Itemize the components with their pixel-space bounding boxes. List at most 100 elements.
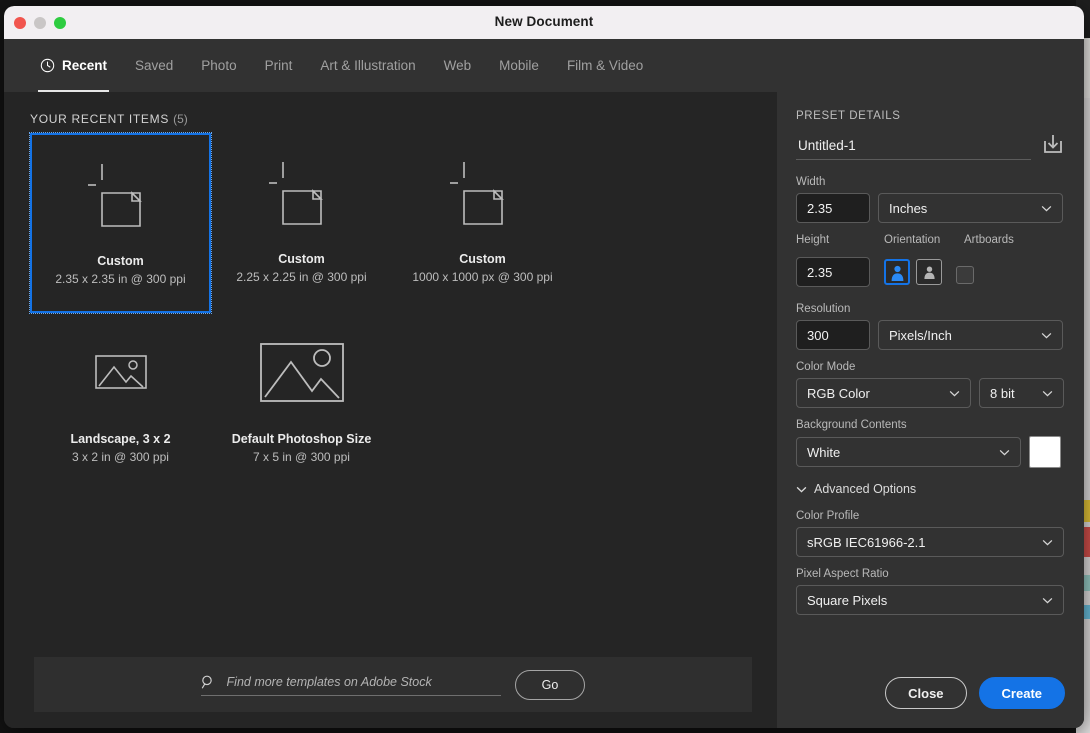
category-tab-bar: Recent Saved Photo Print Art & Illustrat… <box>4 39 1084 92</box>
chevron-down-icon <box>1042 597 1053 603</box>
photo-icon <box>94 355 147 389</box>
background-contents-label: Background Contents <box>796 419 907 431</box>
close-button[interactable]: Close <box>885 677 967 709</box>
color-profile-select[interactable]: sRGB IEC61966-2.1 <box>796 527 1064 557</box>
window-title: New Document <box>494 14 594 29</box>
tab-recent[interactable]: Recent <box>26 39 121 92</box>
artboards-checkbox[interactable] <box>956 265 974 284</box>
recent-item-name: Custom <box>97 254 144 268</box>
preset-details-pane: PRESET DETAILS Width Inches <box>777 92 1084 728</box>
advanced-options-toggle[interactable]: Advanced Options <box>796 482 1065 496</box>
chevron-down-icon <box>999 449 1010 455</box>
recent-item-name: Landscape, 3 x 2 <box>70 432 171 446</box>
chevron-down-icon <box>1041 332 1052 338</box>
document-name-row <box>796 132 1065 160</box>
recent-item-meta: 3 x 2 in @ 300 ppi <box>72 450 169 464</box>
resolution-label: Resolution <box>796 303 851 315</box>
width-input[interactable] <box>796 193 870 223</box>
recent-item-thumbnail <box>392 133 573 251</box>
tab-print-label: Print <box>264 58 293 73</box>
orientation-portrait-button[interactable] <box>884 259 910 285</box>
width-unit-select[interactable]: Inches <box>878 193 1063 223</box>
orientation-landscape-button[interactable] <box>916 259 942 285</box>
recent-item-card[interactable]: Custom 1000 x 1000 px @ 300 ppi <box>392 133 573 313</box>
color-mode-select[interactable]: RGB Color <box>796 378 971 408</box>
tab-art-illustration[interactable]: Art & Illustration <box>306 39 429 92</box>
color-profile-value: sRGB IEC61966-2.1 <box>807 534 926 550</box>
recent-item-thumbnail <box>32 135 209 253</box>
recent-item-card[interactable]: Default Photoshop Size 7 x 5 in @ 300 pp… <box>211 313 392 493</box>
pixel-aspect-ratio-label: Pixel Aspect Ratio <box>796 568 889 580</box>
preset-details-heading: PRESET DETAILS <box>796 110 901 122</box>
stock-go-button[interactable]: Go <box>515 669 585 700</box>
new-document-dialog: New Document Recent Saved Photo Print Ar… <box>4 6 1084 728</box>
document-icon <box>268 162 323 225</box>
pixel-aspect-ratio-select[interactable]: Square Pixels <box>796 585 1064 615</box>
tab-photo-label: Photo <box>201 58 237 73</box>
recent-item-meta: 2.35 x 2.35 in @ 300 ppi <box>55 272 186 286</box>
recent-item-thumbnail <box>30 313 211 431</box>
dialog-body: YOUR RECENT ITEMS (5) Custom 2.35 x 2.35… <box>4 92 1084 728</box>
tab-saved[interactable]: Saved <box>121 39 187 92</box>
tab-mobile[interactable]: Mobile <box>485 39 553 92</box>
resolution-unit-select[interactable]: Pixels/Inch <box>878 320 1063 350</box>
color-mode-value: RGB Color <box>807 385 870 401</box>
recent-item-name: Custom <box>459 252 506 266</box>
recent-items-heading: YOUR RECENT ITEMS (5) <box>30 112 188 126</box>
desktop-background: New Document Recent Saved Photo Print Ar… <box>0 0 1090 733</box>
recent-items-grid: Custom 2.35 x 2.35 in @ 300 ppi Custom 2… <box>29 132 750 493</box>
recent-items-heading-label: YOUR RECENT ITEMS <box>30 112 170 126</box>
document-name-input[interactable] <box>796 136 1031 160</box>
document-icon <box>449 162 504 225</box>
recent-item-meta: 1000 x 1000 px @ 300 ppi <box>412 270 553 284</box>
height-label: Height <box>796 234 830 246</box>
color-profile-label: Color Profile <box>796 510 860 522</box>
tab-art-illustration-label: Art & Illustration <box>320 58 416 73</box>
save-preset-icon[interactable] <box>1041 132 1065 156</box>
recent-items-count: (5) <box>173 112 188 126</box>
chevron-down-icon <box>1042 539 1053 545</box>
recent-item-meta: 2.25 x 2.25 in @ 300 ppi <box>236 270 367 284</box>
width-row: Inches <box>796 193 1065 223</box>
artboards-label: Artboards <box>964 234 1014 246</box>
recent-item-thumbnail <box>211 133 392 251</box>
recent-item-card[interactable]: Landscape, 3 x 2 3 x 2 in @ 300 ppi <box>30 313 211 493</box>
resolution-unit-value: Pixels/Inch <box>889 327 952 343</box>
adobe-stock-search-bar: Go <box>34 657 752 712</box>
recent-item-card[interactable]: Custom 2.35 x 2.35 in @ 300 ppi <box>29 132 212 314</box>
document-icon <box>87 164 142 227</box>
height-input[interactable] <box>796 257 870 287</box>
chevron-down-icon <box>1042 390 1053 396</box>
recent-item-thumbnail <box>211 313 392 431</box>
tab-recent-label: Recent <box>62 58 108 73</box>
tab-print[interactable]: Print <box>251 39 307 92</box>
background-contents-row: White <box>796 436 1065 468</box>
adobe-stock-search-input[interactable] <box>224 673 501 690</box>
tab-film-video[interactable]: Film & Video <box>553 39 657 92</box>
recent-item-name: Custom <box>278 252 325 266</box>
search-field-wrapper <box>201 673 501 696</box>
tab-web[interactable]: Web <box>430 39 486 92</box>
background-color-swatch[interactable] <box>1029 436 1061 468</box>
height-orientation-labels: Height Orientation Artboards <box>796 234 1065 246</box>
chevron-down-icon <box>1041 205 1052 211</box>
tab-mobile-label: Mobile <box>499 58 539 73</box>
orientation-label: Orientation <box>884 234 941 246</box>
dialog-footer-buttons: Close Create <box>885 677 1065 709</box>
chevron-down-icon <box>796 486 807 493</box>
recent-item-name: Default Photoshop Size <box>231 432 372 446</box>
color-profile-row: sRGB IEC61966-2.1 <box>796 527 1065 557</box>
tab-photo[interactable]: Photo <box>187 39 250 92</box>
pixel-aspect-ratio-row: Square Pixels <box>796 585 1065 615</box>
create-button[interactable]: Create <box>978 677 1065 709</box>
recent-item-card[interactable]: Custom 2.25 x 2.25 in @ 300 ppi <box>211 133 392 313</box>
orientation-group <box>884 259 942 285</box>
resolution-input[interactable] <box>796 320 870 350</box>
title-bar: New Document <box>4 6 1084 39</box>
background-contents-select[interactable]: White <box>796 437 1021 467</box>
chevron-down-icon <box>949 390 960 396</box>
bit-depth-select[interactable]: 8 bit <box>979 378 1064 408</box>
recent-items-pane: YOUR RECENT ITEMS (5) Custom 2.35 x 2.35… <box>4 92 777 728</box>
color-mode-label: Color Mode <box>796 361 856 373</box>
background-contents-value: White <box>807 444 841 460</box>
